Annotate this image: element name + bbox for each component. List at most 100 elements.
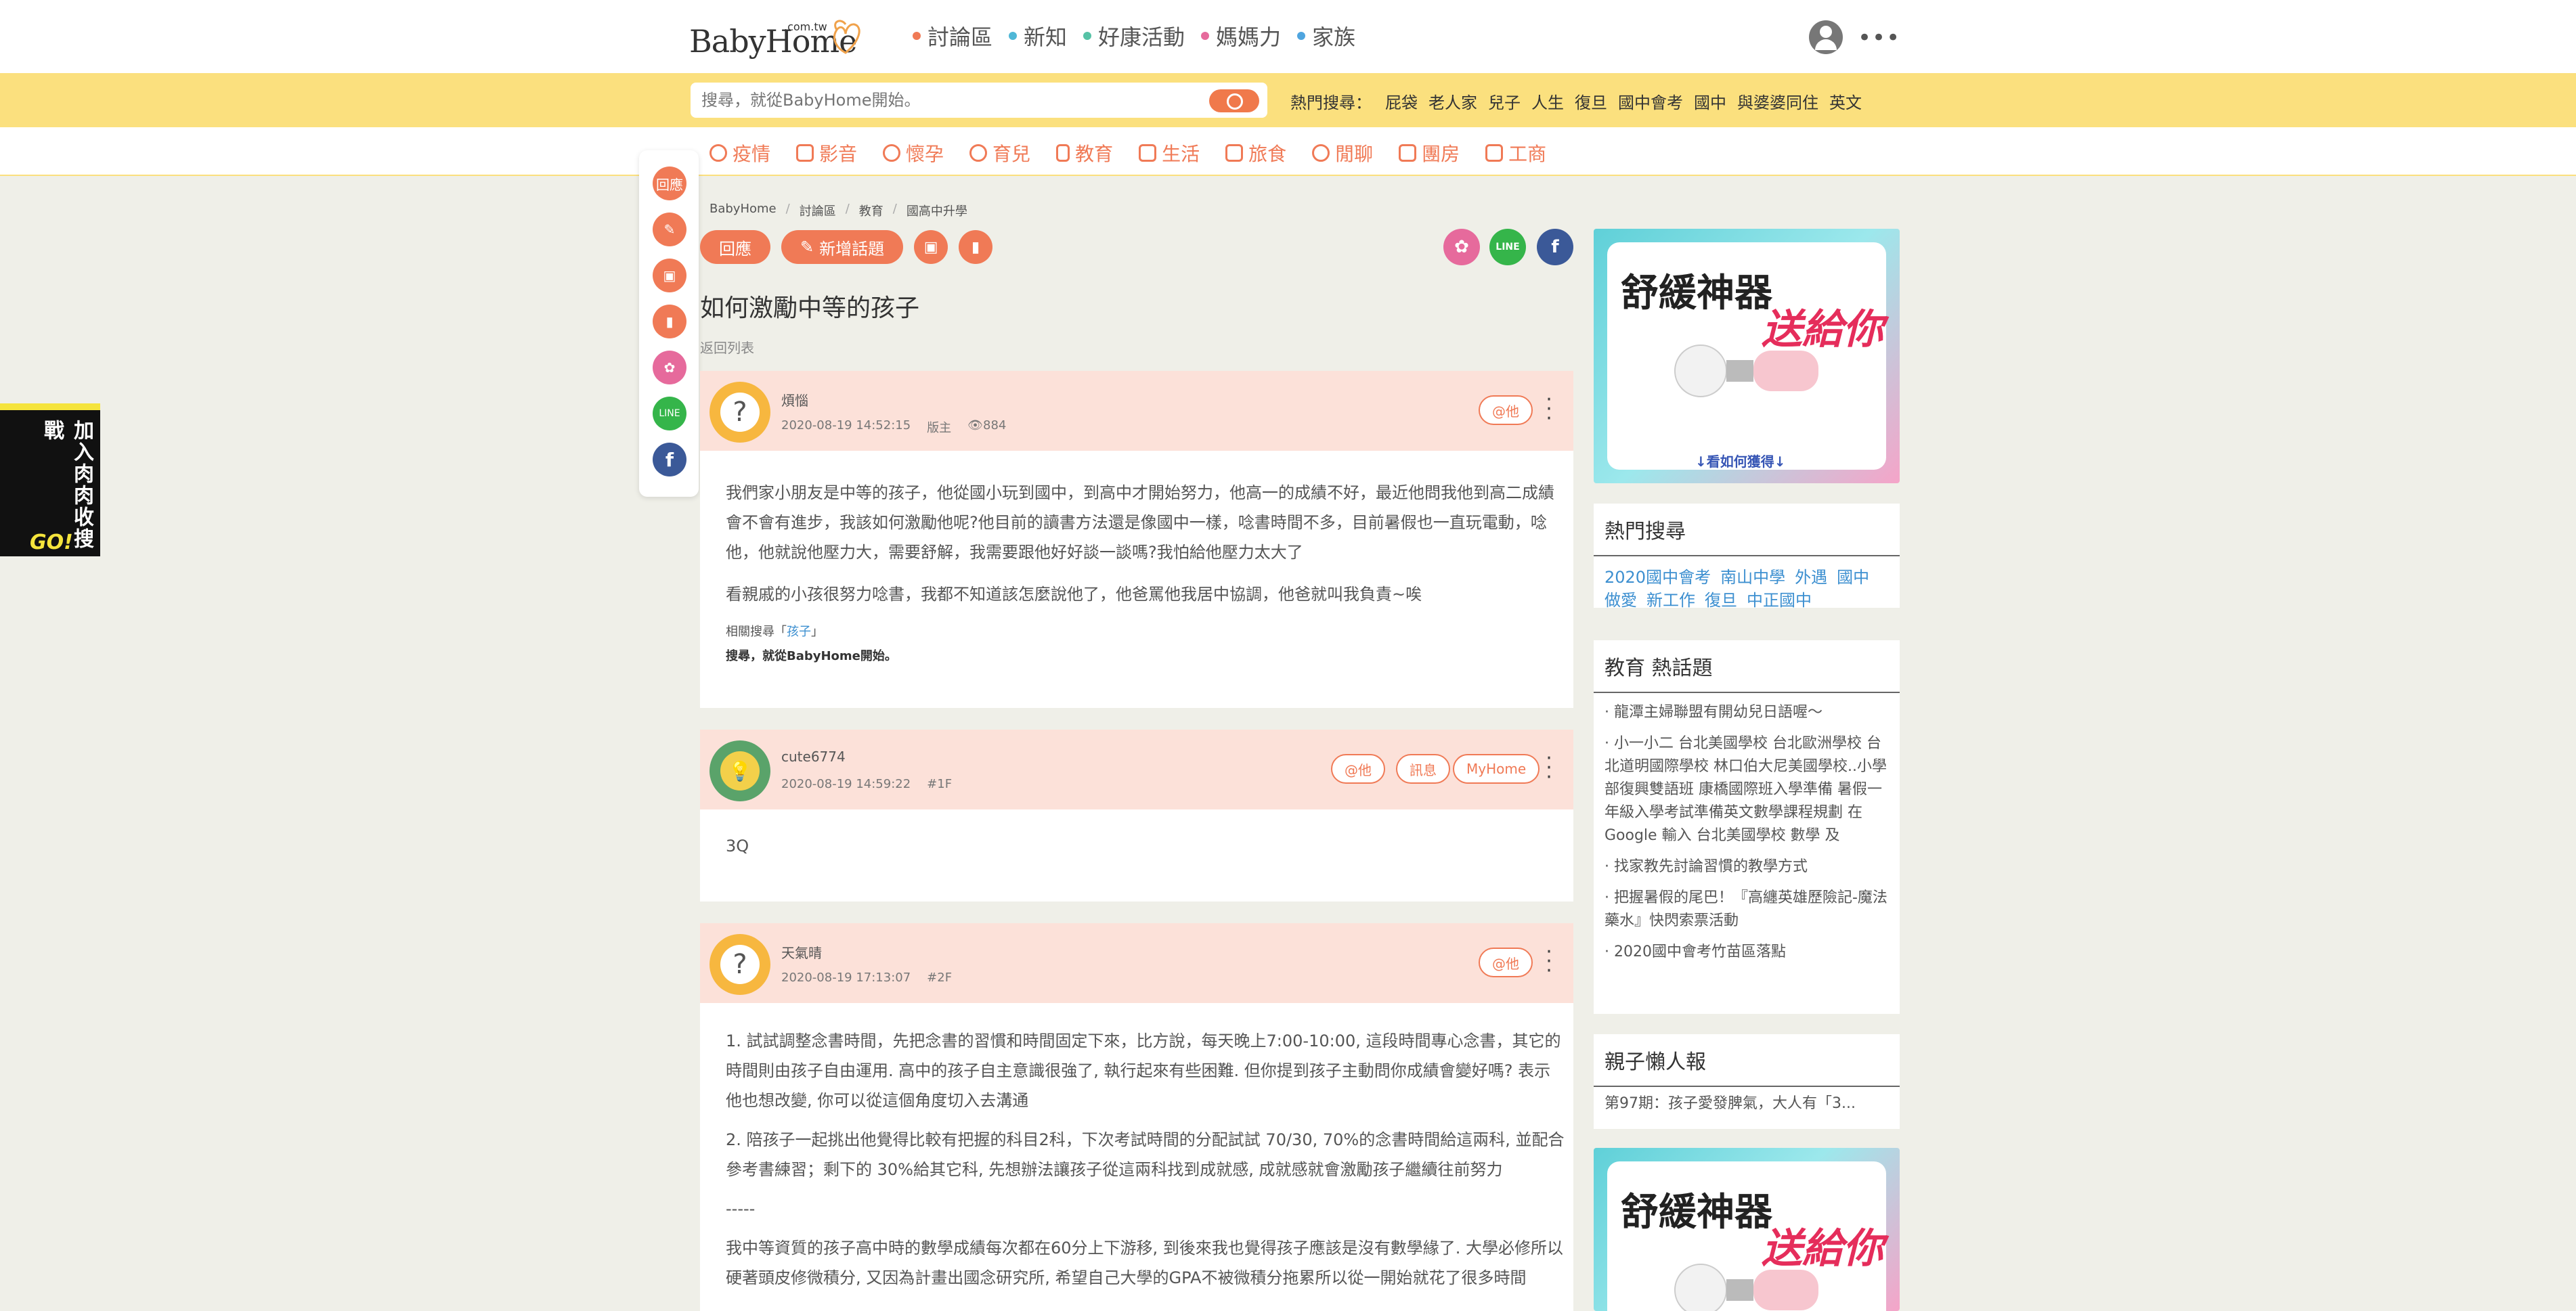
- newsletter-item[interactable]: 第97期：孩子愛發脾氣，大人有「3...: [1594, 1087, 1900, 1115]
- myhome-button[interactable]: MyHome: [1453, 754, 1540, 784]
- hot-term[interactable]: 老人家: [1428, 89, 1477, 113]
- play-icon: [796, 144, 814, 162]
- question-mark-icon: ?: [720, 393, 760, 432]
- breadcrumb-home[interactable]: BabyHome: [710, 202, 777, 219]
- baby-face-icon: [969, 144, 988, 162]
- left-side-ad[interactable]: 加入肉肉收搜戰 GO!: [0, 403, 100, 556]
- float-folder-icon[interactable]: ▣: [653, 259, 686, 292]
- category-pregnancy[interactable]: 懷孕: [883, 139, 944, 166]
- dot-icon: [913, 32, 921, 40]
- page-title: 如何激勵中等的孩子: [700, 294, 920, 322]
- topic-link[interactable]: · 2020國中會考竹苗區落點: [1604, 941, 1889, 964]
- message-button[interactable]: 訊息: [1396, 754, 1450, 784]
- float-reply-button[interactable]: 回應: [653, 166, 686, 200]
- hot-term[interactable]: 人生: [1531, 89, 1564, 113]
- question-mark-icon: ?: [720, 945, 760, 984]
- house-icon: [1399, 144, 1417, 162]
- hot-term[interactable]: 與婆婆同住: [1737, 89, 1818, 113]
- topic-link[interactable]: · 找家教先討論習慣的教學方式: [1604, 856, 1889, 879]
- search-input[interactable]: [701, 91, 1216, 110]
- nav-item-family[interactable]: 家族: [1297, 20, 1355, 51]
- related-term-link[interactable]: 孩子: [787, 625, 811, 639]
- flower-logo-icon: [833, 20, 860, 54]
- hot-search-terms: 屁袋 老人家 兒子 人生 復旦 國中會考 國中 與婆婆同住 英文: [1385, 89, 1862, 113]
- hot-link[interactable]: 國中: [1837, 568, 1869, 587]
- float-edit-icon[interactable]: ✎: [653, 213, 686, 246]
- float-line-share-icon[interactable]: LINE: [653, 397, 686, 430]
- avatar[interactable]: ?: [710, 934, 770, 995]
- book-icon: [1056, 144, 1070, 162]
- kebab-menu-icon[interactable]: · · ·: [1542, 390, 1556, 429]
- float-bookmark-icon[interactable]: ▮: [653, 305, 686, 338]
- hot-term[interactable]: 兒子: [1488, 89, 1521, 113]
- line-share-icon[interactable]: LINE: [1489, 229, 1526, 265]
- category-parenting[interactable]: 育兒: [969, 139, 1030, 166]
- post-header: ? 天氣晴 2020-08-19 17:13:07 #2F @他 · · ·: [700, 923, 1573, 1003]
- pregnant-icon: [883, 144, 901, 162]
- post-meta: 2020-08-19 14:59:22 #1F: [781, 777, 953, 791]
- babyhome-share-icon[interactable]: ✿: [1443, 229, 1480, 265]
- topic-link[interactable]: · 龍潭主婦聯盟有開幼兒日語喔～: [1604, 701, 1889, 724]
- hot-search-label: 熱門搜尋：: [1290, 93, 1372, 112]
- topic-link[interactable]: · 小一小二 台北美國學校 台北歐洲學校 台北道明國際學校 林口伯大尼美國學校.…: [1604, 732, 1889, 847]
- hot-term[interactable]: 復旦: [1575, 89, 1607, 113]
- post-username[interactable]: 天氣晴: [781, 942, 822, 962]
- float-facebook-share-icon[interactable]: f: [653, 443, 686, 476]
- hot-link[interactable]: 新工作: [1646, 591, 1695, 610]
- nav-item-news[interactable]: 新知: [1009, 20, 1067, 51]
- hot-link[interactable]: 外遇: [1795, 568, 1827, 587]
- float-babyhome-share-icon[interactable]: ✿: [653, 351, 686, 384]
- hot-term[interactable]: 屁袋: [1385, 89, 1418, 113]
- breadcrumb-separator: /: [845, 202, 850, 216]
- category-group-buy[interactable]: 團房: [1399, 139, 1460, 166]
- hot-link[interactable]: 做愛: [1604, 591, 1637, 610]
- breadcrumb-forum[interactable]: 討論區: [800, 202, 836, 219]
- avatar[interactable]: ?: [710, 382, 770, 443]
- category-video[interactable]: 影音: [796, 139, 857, 166]
- new-topic-button[interactable]: ✎ 新增話題: [781, 230, 904, 264]
- mention-button[interactable]: @他: [1479, 948, 1533, 977]
- facebook-share-icon[interactable]: f: [1537, 229, 1573, 265]
- folder-icon[interactable]: ▣: [914, 230, 948, 264]
- hot-term[interactable]: 英文: [1829, 89, 1862, 113]
- hot-link[interactable]: 2020國中會考: [1604, 568, 1711, 587]
- sidebar-ad-bottom[interactable]: 舒緩神器 送給你: [1594, 1148, 1900, 1311]
- category-business[interactable]: 工商: [1485, 139, 1546, 166]
- post-header: ? 煩惱 2020-08-19 14:52:15 版主 👁884 @他 · · ·: [700, 371, 1573, 451]
- search-button[interactable]: [1209, 89, 1259, 112]
- post-meta: 2020-08-19 17:13:07 #2F: [781, 971, 953, 985]
- mention-button[interactable]: @他: [1479, 395, 1533, 425]
- breadcrumb-board[interactable]: 國高中升學: [907, 202, 967, 219]
- post-username[interactable]: cute6774: [781, 749, 846, 765]
- hot-term[interactable]: 國中會考: [1618, 89, 1683, 113]
- kebab-menu-icon[interactable]: · · ·: [1542, 942, 1556, 981]
- breadcrumb-education[interactable]: 教育: [859, 202, 883, 219]
- hot-link[interactable]: 復旦: [1705, 591, 1737, 610]
- mention-button[interactable]: @他: [1331, 754, 1385, 784]
- topic-link[interactable]: · 把握暑假的尾巴！『高纏英雄歷險記-魔法藥水』快閃索票活動: [1604, 887, 1889, 933]
- back-to-list-link[interactable]: 返回列表: [700, 337, 754, 357]
- nav-item-forum[interactable]: 討論區: [913, 20, 992, 51]
- category-chat[interactable]: 閒聊: [1312, 139, 1373, 166]
- post-header: 💡 cute6774 2020-08-19 14:59:22 #1F @他 訊息…: [700, 730, 1573, 809]
- hot-link[interactable]: 中正國中: [1747, 591, 1812, 610]
- newsletter-card: 親子懶人報 第97期：孩子愛發脾氣，大人有「3...: [1594, 1034, 1900, 1129]
- user-avatar-icon[interactable]: [1809, 20, 1843, 54]
- category-travel-food[interactable]: 旅食: [1225, 139, 1286, 166]
- category-education[interactable]: 教育: [1056, 139, 1113, 166]
- babyhome-logo[interactable]: BabyHome .com.tw: [689, 14, 872, 61]
- avatar[interactable]: 💡: [710, 740, 770, 801]
- bookmark-icon[interactable]: ▮: [959, 230, 993, 264]
- more-menu-icon[interactable]: •••: [1858, 24, 1900, 51]
- post-reply-1: 💡 cute6774 2020-08-19 14:59:22 #1F @他 訊息…: [700, 730, 1573, 902]
- kebab-menu-icon[interactable]: · · ·: [1542, 749, 1556, 788]
- reply-button[interactable]: 回應: [700, 230, 770, 264]
- category-life[interactable]: 生活: [1139, 139, 1200, 166]
- category-epidemic[interactable]: 疫情: [710, 139, 770, 166]
- nav-item-events[interactable]: 好康活動: [1083, 20, 1185, 51]
- hot-link[interactable]: 南山中學: [1720, 568, 1785, 587]
- hot-term[interactable]: 國中: [1694, 89, 1726, 113]
- nav-item-mom-power[interactable]: 媽媽力: [1201, 20, 1281, 51]
- post-username[interactable]: 煩惱: [781, 390, 808, 409]
- sidebar-ad-top[interactable]: 舒緩神器 送給你 ↓看如何獲得↓: [1594, 229, 1900, 483]
